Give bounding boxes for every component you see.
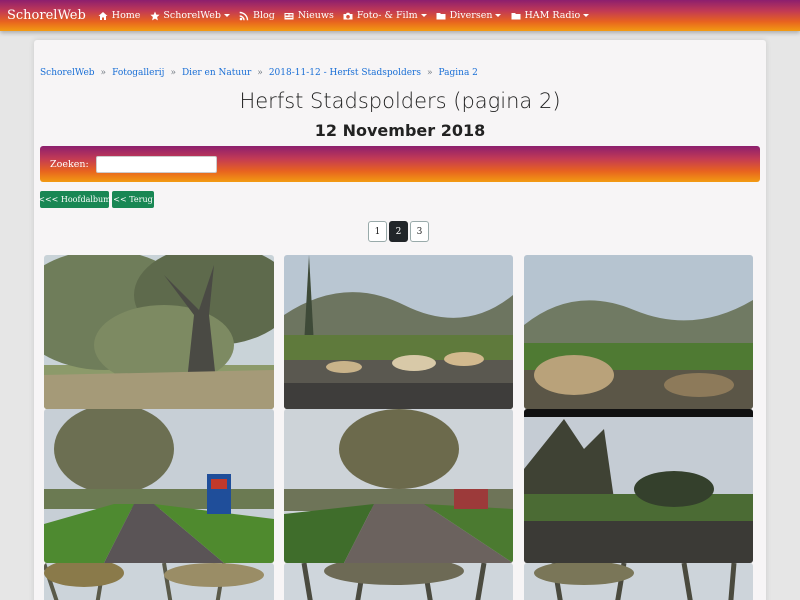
main-album-button[interactable]: <<< Hoofdalbum xyxy=(38,191,111,208)
nav-home[interactable]: Home xyxy=(98,10,141,21)
nav-blog[interactable]: Blog xyxy=(239,10,275,21)
search-input[interactable] xyxy=(95,155,217,173)
gallery-photo[interactable] xyxy=(284,255,513,409)
nav-blog-label: Blog xyxy=(252,10,275,21)
chevron-down-icon xyxy=(495,14,502,17)
brand-link[interactable]: SchorelWeb xyxy=(7,8,86,23)
chevron-down-icon xyxy=(583,14,590,17)
nav-schorelweb-label: SchorelWeb xyxy=(163,10,221,21)
breadcrumb-separator: » xyxy=(257,68,263,78)
nav-foto-film-label: Foto- & Film xyxy=(356,10,418,21)
breadcrumb-item-current-page[interactable]: Pagina 2 xyxy=(438,68,477,78)
breadcrumb-item-schorelweb[interactable]: SchorelWeb xyxy=(40,68,95,78)
search-bar: Zoeken: xyxy=(40,146,760,182)
newspaper-icon xyxy=(284,10,295,21)
nav-home-label: Home xyxy=(111,10,141,21)
nav-nieuws-label: Nieuws xyxy=(297,10,334,21)
breadcrumb-separator: » xyxy=(170,68,176,78)
gallery-photo[interactable] xyxy=(44,255,274,409)
breadcrumb-separator: » xyxy=(426,68,433,78)
gallery-photo[interactable] xyxy=(44,409,274,563)
gallery-photo[interactable] xyxy=(284,563,513,600)
page-title: Herfst Stadspolders (pagina 2) xyxy=(239,89,561,113)
main-content-card: SchorelWeb » Fotogallerij » Dier en Natu… xyxy=(34,40,766,600)
album-date: 12 November 2018 xyxy=(314,121,486,140)
breadcrumb-separator: » xyxy=(100,68,107,78)
nav-schorelweb[interactable]: SchorelWeb xyxy=(149,10,230,21)
star-icon xyxy=(149,10,160,21)
nav-ham-radio[interactable]: HAM Radio xyxy=(510,10,590,21)
breadcrumb-item-album[interactable]: 2018-11-12 - Herfst Stadspolders xyxy=(269,68,421,78)
gallery-photo[interactable] xyxy=(524,255,753,409)
gallery-photo[interactable] xyxy=(524,563,753,600)
back-button[interactable]: << Terug xyxy=(112,191,154,208)
page-1-button[interactable]: 1 xyxy=(368,221,387,242)
home-icon xyxy=(98,10,109,21)
top-navbar: SchorelWeb Home SchorelWeb Blog Nieuws F… xyxy=(0,0,800,31)
chevron-down-icon xyxy=(420,14,427,17)
pagination: 1 2 3 xyxy=(368,221,429,242)
page-3-button[interactable]: 3 xyxy=(410,221,429,242)
folder-icon xyxy=(510,10,521,21)
camera-icon xyxy=(343,10,354,21)
folder-icon xyxy=(436,10,447,21)
breadcrumb-item-fotogallerij[interactable]: Fotogallerij xyxy=(112,68,164,78)
gallery-photo[interactable] xyxy=(524,409,753,563)
chevron-down-icon xyxy=(223,14,230,17)
rss-icon xyxy=(239,10,250,21)
page-2-button[interactable]: 2 xyxy=(389,221,408,242)
nav-foto-film[interactable]: Foto- & Film xyxy=(343,10,427,21)
breadcrumb-item-dier-en-natuur[interactable]: Dier en Natuur xyxy=(182,68,251,78)
nav-diversen-label: Diversen xyxy=(449,10,493,21)
breadcrumb: SchorelWeb » Fotogallerij » Dier en Natu… xyxy=(40,68,478,78)
nav-nieuws[interactable]: Nieuws xyxy=(284,10,334,21)
gallery-photo[interactable] xyxy=(44,563,274,600)
search-label: Zoeken: xyxy=(50,158,89,170)
nav-ham-radio-label: HAM Radio xyxy=(524,10,581,21)
nav-diversen[interactable]: Diversen xyxy=(436,10,502,21)
gallery-photo[interactable] xyxy=(284,409,513,563)
